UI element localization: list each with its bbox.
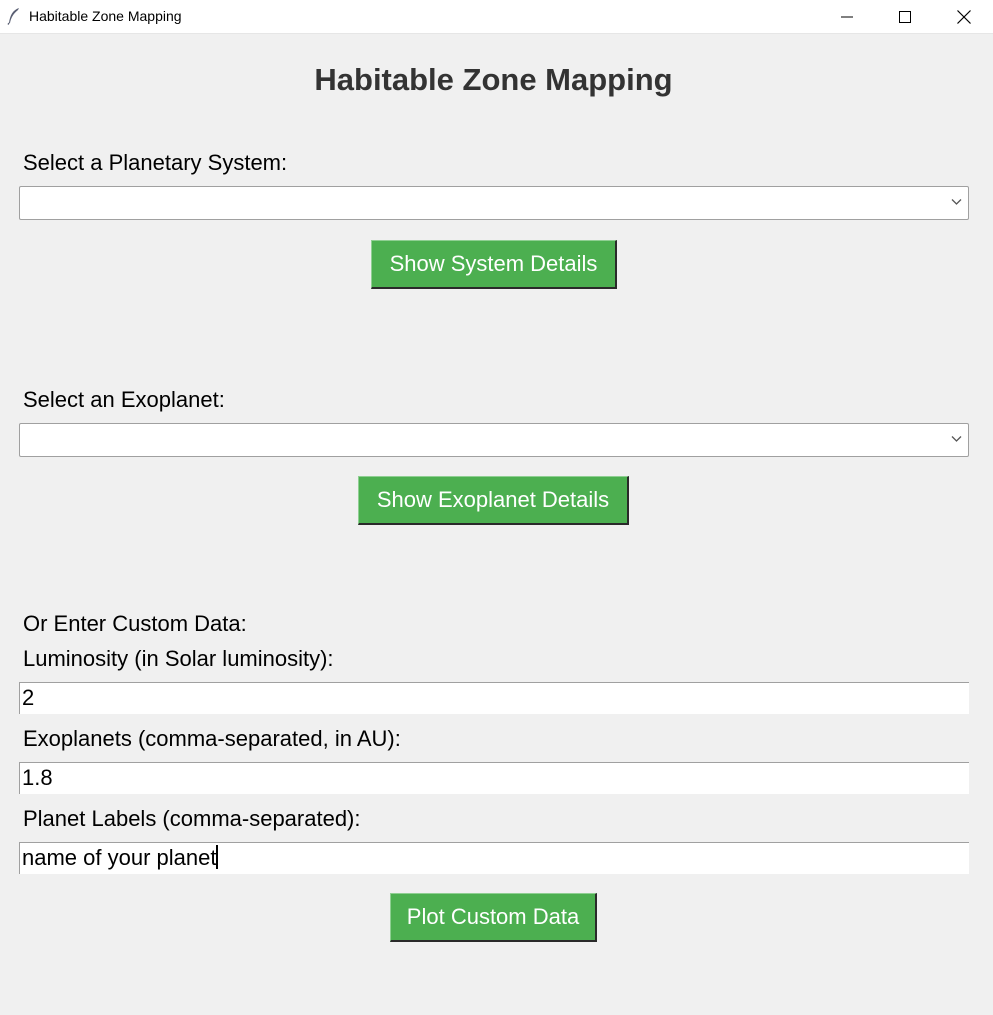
planet-labels-input[interactable]: name of your planet (19, 842, 969, 874)
plot-custom-data-button[interactable]: Plot Custom Data (390, 893, 597, 942)
exoplanets-input[interactable]: 1.8 (19, 762, 969, 794)
app-window: Habitable Zone Mapping Habitable Zone Ma… (0, 0, 993, 1015)
close-button[interactable] (935, 0, 993, 33)
maximize-button[interactable] (876, 0, 934, 33)
show-exoplanet-details-button[interactable]: Show Exoplanet Details (358, 476, 629, 525)
text-caret (216, 845, 219, 869)
exoplanets-label: Exoplanets (comma-separated, in AU): (23, 726, 401, 751)
system-select-label: Select a Planetary System: (23, 150, 288, 175)
planetary-system-combobox[interactable] (19, 186, 969, 220)
exoplanet-combobox[interactable] (19, 423, 969, 457)
luminosity-label: Luminosity (in Solar luminosity): (23, 646, 334, 671)
planet-labels-label: Planet Labels (comma-separated): (23, 806, 361, 831)
show-system-details-button[interactable]: Show System Details (371, 240, 617, 289)
exoplanet-select-label: Select an Exoplanet: (23, 387, 225, 412)
minimize-button[interactable] (818, 0, 876, 33)
custom-data-section-label: Or Enter Custom Data: (23, 611, 247, 636)
window-title: Habitable Zone Mapping (29, 8, 182, 24)
exoplanets-input-value: 1.8 (22, 765, 53, 790)
maximize-icon (899, 10, 911, 23)
planet-labels-input-value: name of your planet (22, 845, 217, 870)
chevron-down-icon (951, 199, 962, 205)
luminosity-input-value: 2 (22, 685, 35, 710)
feather-icon (7, 7, 21, 25)
chevron-down-icon (951, 436, 962, 442)
page-title: Habitable Zone Mapping (314, 62, 673, 97)
minimize-icon (841, 16, 853, 17)
luminosity-input[interactable]: 2 (19, 682, 969, 714)
close-icon (957, 9, 971, 24)
title-bar: Habitable Zone Mapping (0, 0, 993, 34)
